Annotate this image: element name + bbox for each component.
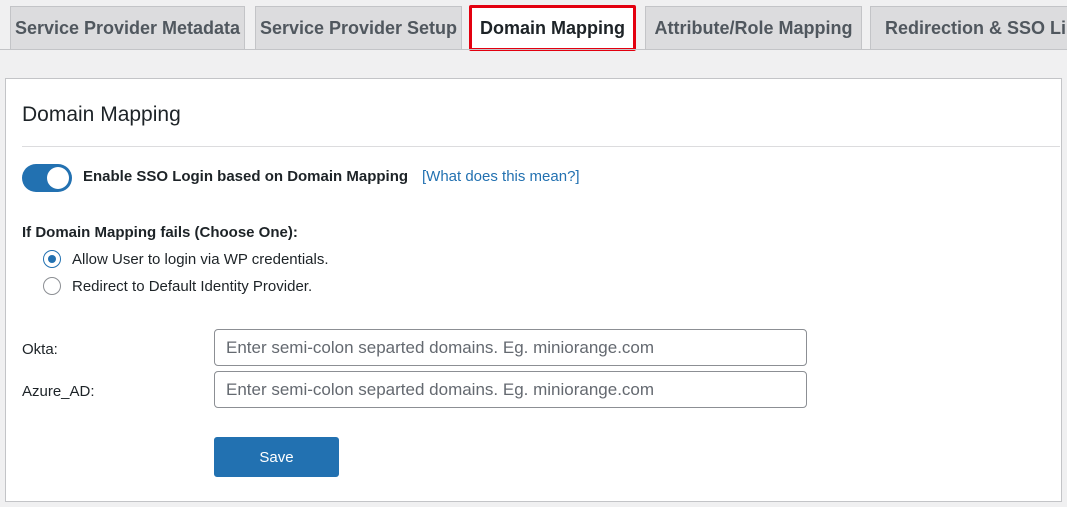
tab-attribute-role-mapping[interactable]: Attribute/Role Mapping bbox=[645, 6, 862, 49]
enable-sso-toggle[interactable] bbox=[22, 164, 72, 192]
title-divider bbox=[22, 146, 1060, 147]
tab-bar-divider bbox=[0, 49, 1067, 50]
what-does-this-mean-link[interactable]: [What does this mean?] bbox=[422, 168, 580, 185]
radio-button-wp-login[interactable] bbox=[43, 250, 61, 268]
toggle-knob bbox=[47, 167, 69, 189]
radio-option-default-idp[interactable]: Redirect to Default Identity Provider. bbox=[43, 276, 312, 296]
radio-selected-dot bbox=[48, 255, 56, 263]
domain-mapping-panel: Domain Mapping Enable SSO Login based on… bbox=[5, 78, 1062, 502]
okta-label: Okta: bbox=[22, 341, 58, 358]
tab-redirection-sso-links[interactable]: Redirection & SSO Links bbox=[870, 6, 1067, 49]
radio-button-default-idp[interactable] bbox=[43, 277, 61, 295]
radio-label-wp-login: Allow User to login via WP credentials. bbox=[72, 250, 329, 268]
enable-sso-label: Enable SSO Login based on Domain Mapping bbox=[83, 168, 409, 185]
azure-ad-label: Azure_AD: bbox=[22, 383, 95, 400]
save-button[interactable]: Save bbox=[214, 437, 339, 477]
tab-domain-mapping[interactable]: Domain Mapping bbox=[469, 5, 636, 51]
radio-label-default-idp: Redirect to Default Identity Provider. bbox=[72, 277, 313, 295]
radio-option-wp-login[interactable]: Allow User to login via WP credentials. bbox=[43, 249, 329, 269]
tab-service-provider-setup[interactable]: Service Provider Setup bbox=[255, 6, 462, 49]
fail-option-heading: If Domain Mapping fails (Choose One): bbox=[22, 224, 298, 241]
azure-ad-domains-input[interactable] bbox=[214, 371, 807, 408]
tab-service-provider-metadata[interactable]: Service Provider Metadata bbox=[10, 6, 245, 49]
okta-domains-input[interactable] bbox=[214, 329, 807, 366]
panel-title: Domain Mapping bbox=[22, 103, 181, 126]
tab-bar: Service Provider Metadata Service Provid… bbox=[0, 0, 1067, 64]
